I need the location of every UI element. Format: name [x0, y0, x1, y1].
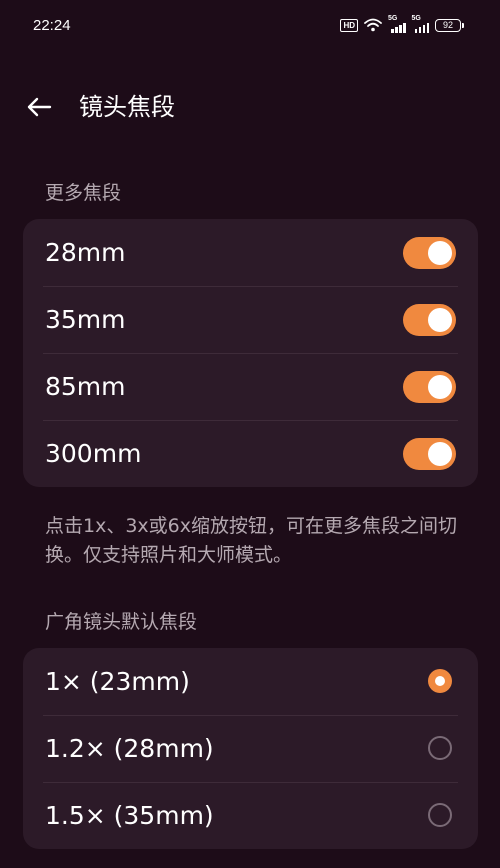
radio-1x[interactable] [428, 669, 452, 693]
toggle-28mm[interactable] [403, 237, 456, 269]
wifi-icon [364, 18, 382, 32]
focal-description: 点击1x、3x或6x缩放按钮，可在更多焦段之间切换。仅支持照片和大师模式。 [45, 515, 457, 566]
option-label: 1.5× (35mm) [45, 801, 214, 830]
status-time: 22:24 [33, 17, 71, 34]
toggle-300mm[interactable] [403, 438, 456, 470]
status-bar: 22:24 HD 5G 5G 92 [0, 0, 500, 56]
more-focal-card: 28mm 35mm 85mm 300mm [23, 219, 478, 487]
battery-level: 92 [435, 18, 461, 32]
focal-row-85mm[interactable]: 85mm [23, 354, 478, 420]
radio-1-2x[interactable] [428, 736, 452, 760]
toggle-85mm[interactable] [403, 371, 456, 403]
section-header-default-focal: 广角镜头默认焦段 [45, 611, 198, 633]
focal-label: 85mm [45, 372, 126, 401]
toggle-35mm[interactable] [403, 304, 456, 336]
focal-label: 35mm [45, 305, 126, 334]
battery-icon: 92 [435, 18, 464, 32]
default-focal-card: 1× (23mm) 1.2× (28mm) 1.5× (35mm) [23, 648, 478, 849]
section-header-more-focal: 更多焦段 [45, 182, 122, 204]
back-button[interactable] [24, 92, 54, 122]
default-option-1-5x[interactable]: 1.5× (35mm) [23, 783, 478, 849]
radio-1-5x[interactable] [428, 803, 452, 827]
default-option-1x[interactable]: 1× (23mm) [23, 649, 478, 715]
option-label: 1.2× (28mm) [45, 734, 214, 763]
signal-5g-icon: 5G [388, 15, 406, 33]
focal-row-300mm[interactable]: 300mm [23, 421, 478, 487]
arrow-left-icon [27, 97, 52, 117]
default-option-1-2x[interactable]: 1.2× (28mm) [23, 716, 478, 782]
focal-row-28mm[interactable]: 28mm [23, 220, 478, 286]
option-label: 1× (23mm) [45, 667, 190, 696]
focal-label: 28mm [45, 238, 126, 267]
signal-5g-icon: 5G [412, 15, 429, 33]
focal-label: 300mm [45, 439, 142, 468]
hd-icon: HD [340, 18, 358, 32]
page-title: 镜头焦段 [79, 93, 175, 121]
focal-row-35mm[interactable]: 35mm [23, 287, 478, 353]
status-icons: HD 5G 5G 92 [340, 15, 464, 33]
